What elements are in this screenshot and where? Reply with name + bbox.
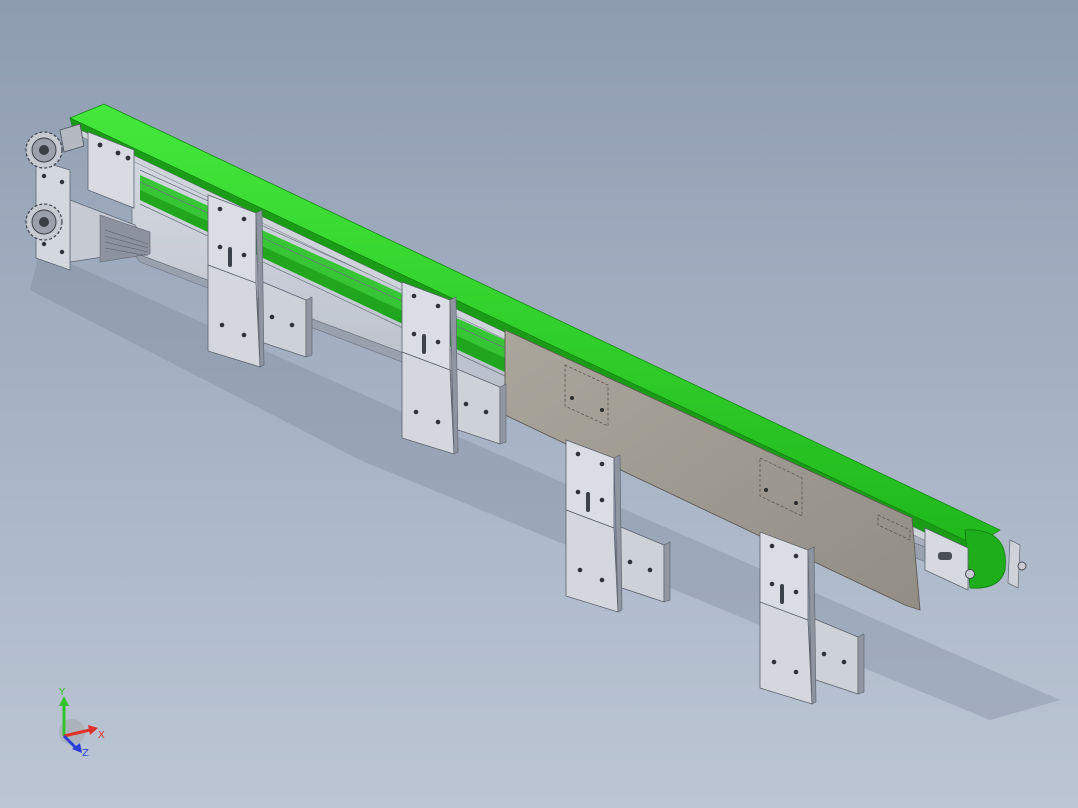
bearing-housing xyxy=(59,123,85,153)
sprocket-upper xyxy=(25,131,63,169)
x-axis-head xyxy=(88,725,98,735)
tail-slot xyxy=(938,552,952,560)
z-axis-label: Z xyxy=(82,748,89,756)
coordinate-triad: Y X Z xyxy=(48,686,108,759)
y-axis-label: Y xyxy=(58,687,66,698)
tension-bolt-far xyxy=(1017,561,1027,571)
tension-bolt xyxy=(965,569,975,579)
end-roller xyxy=(964,529,1006,589)
x-axis-label: X xyxy=(98,730,105,741)
conveyor-model[interactable] xyxy=(0,0,1078,808)
sprocket-lower xyxy=(25,203,63,241)
graphics-viewport[interactable]: Y X Z xyxy=(0,0,1078,808)
